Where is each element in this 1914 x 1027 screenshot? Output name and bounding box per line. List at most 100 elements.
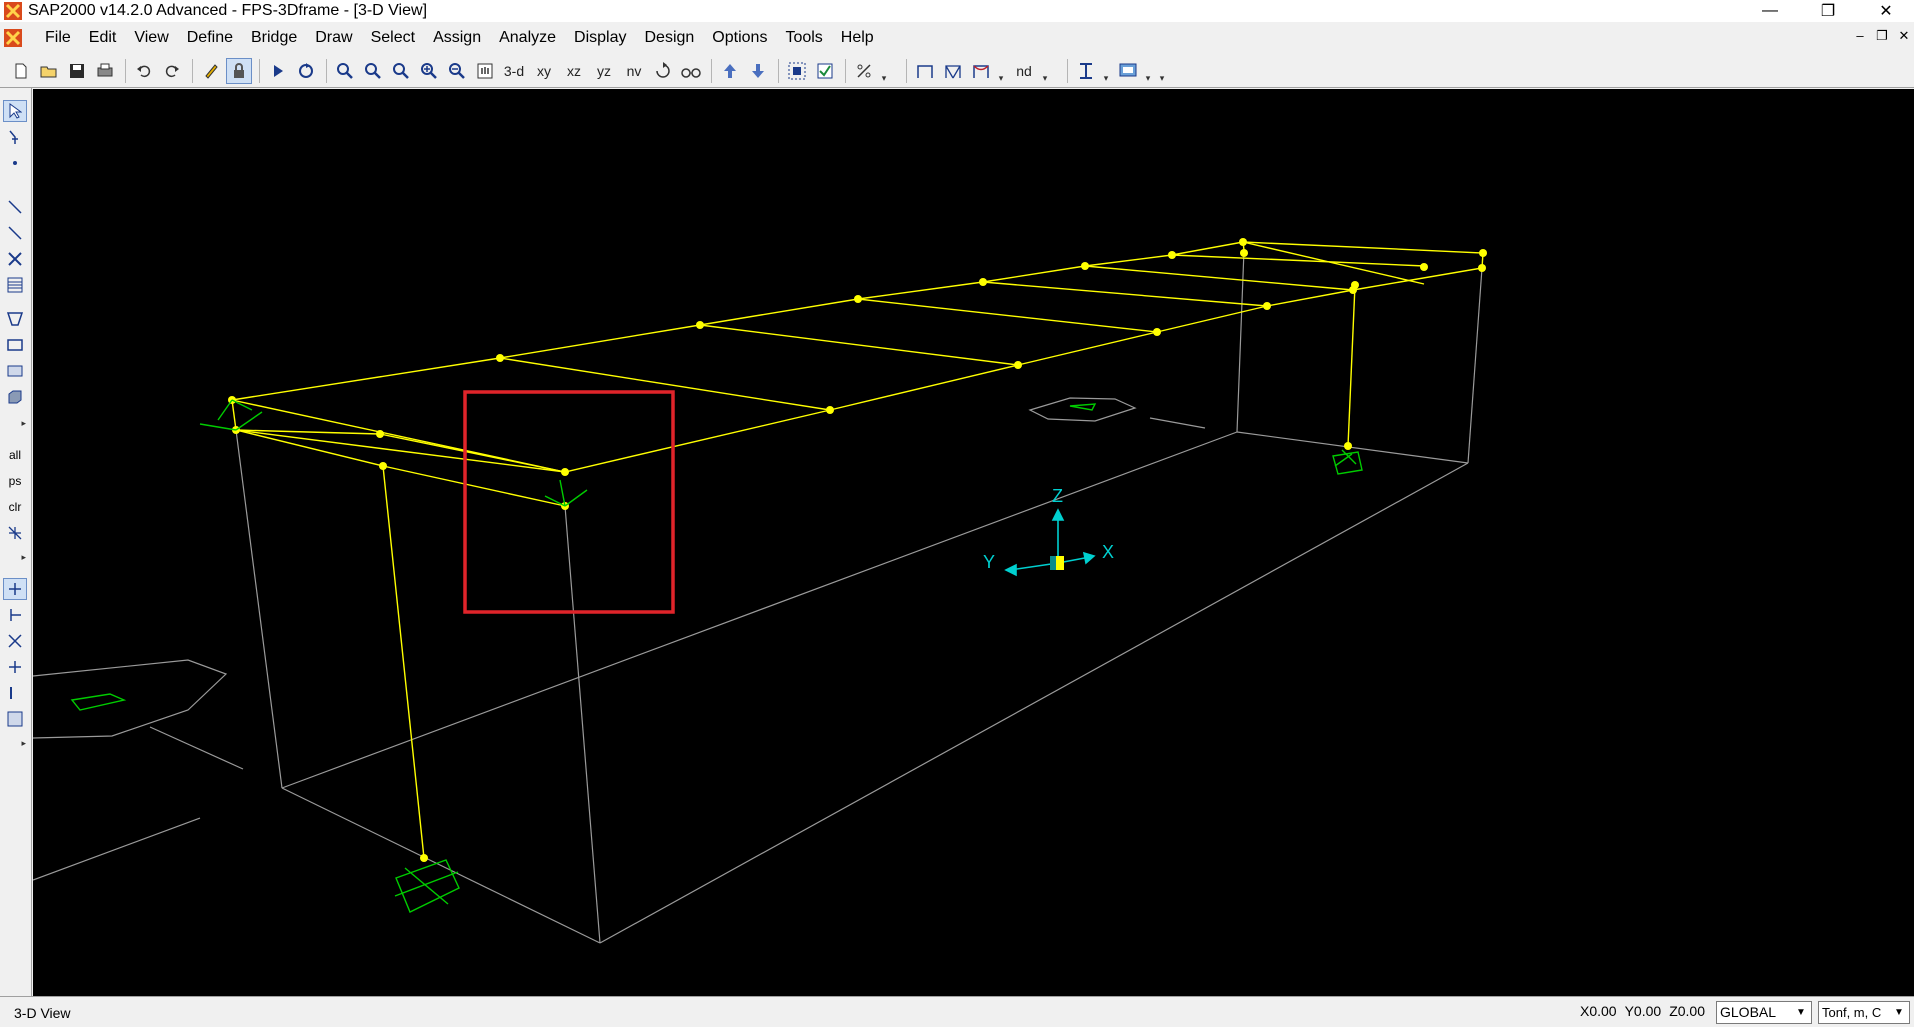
dropdown-arrow-icon[interactable]: ▾ — [1143, 58, 1153, 84]
title-bar: SAP2000 v14.2.0 Advanced - FPS-3Dframe -… — [0, 0, 1914, 22]
toolbar-separator — [711, 58, 712, 83]
undo-icon — [137, 65, 151, 77]
menu-file[interactable]: File — [36, 25, 80, 51]
new-model-button[interactable] — [8, 58, 34, 84]
view-xy-button[interactable]: xy — [530, 58, 558, 84]
menu-edit[interactable]: Edit — [80, 25, 126, 51]
move-up-button[interactable] — [717, 58, 743, 84]
get-previous-selection-button[interactable]: ps — [3, 470, 27, 492]
view-yz-button[interactable]: yz — [590, 58, 618, 84]
clear-selection-button[interactable]: clr — [3, 496, 27, 518]
mdi-restore-button[interactable]: ❐ — [1872, 27, 1892, 45]
toolbar-overflow-icon[interactable]: ▾ — [879, 58, 889, 84]
display-tables-button[interactable] — [1115, 58, 1141, 84]
snap-fine-grid-button[interactable] — [3, 708, 27, 730]
toolbar-separator — [778, 58, 779, 83]
dropdown-arrow-icon[interactable]: ▾ — [1101, 58, 1111, 84]
menu-draw[interactable]: Draw — [306, 25, 361, 51]
toolbar-overflow-icon[interactable]: ▾ — [1040, 58, 1050, 84]
menu-assign[interactable]: Assign — [424, 25, 490, 51]
coord-x: X0.00 — [1580, 1003, 1617, 1019]
view-xz-button[interactable]: xz — [560, 58, 588, 84]
quick-draw-frame-button[interactable] — [3, 222, 27, 244]
redo-button[interactable] — [159, 58, 185, 84]
pan-hand-icon — [477, 63, 493, 78]
draw-solid-button[interactable] — [3, 386, 27, 408]
run-now-button[interactable] — [293, 58, 319, 84]
show-selection-only-button[interactable] — [851, 58, 877, 84]
document-icon[interactable] — [4, 29, 22, 47]
snap-points-button[interactable] — [3, 578, 27, 600]
print-graphics-button[interactable] — [92, 58, 118, 84]
toolbar-overflow-icon[interactable]: ▾ — [1157, 58, 1167, 84]
toolbar-overflow-icon[interactable]: ▸ — [4, 738, 26, 748]
quick-draw-secondary-beams-button[interactable] — [3, 274, 27, 296]
view-nd-button[interactable]: nd — [1010, 58, 1038, 84]
snap-ends-button[interactable] — [3, 604, 27, 626]
menu-design[interactable]: Design — [635, 25, 703, 51]
zoom-in-button[interactable] — [416, 58, 442, 84]
run-analysis-button[interactable] — [265, 58, 291, 84]
mdi-minimize-button[interactable]: – — [1850, 27, 1870, 45]
undo-button[interactable] — [131, 58, 157, 84]
draw-frame-cable-button[interactable] — [3, 196, 27, 218]
cursor-coordinates: X0.00 Y0.00 Z0.00 — [1580, 1003, 1705, 1019]
menu-define[interactable]: Define — [178, 25, 242, 51]
draw-poly-area-button[interactable] — [3, 308, 27, 330]
rotate-3d-view-button[interactable] — [650, 58, 676, 84]
line-icon — [8, 226, 22, 240]
close-button[interactable]: ✕ — [1858, 0, 1914, 22]
mdi-close-button[interactable]: ✕ — [1894, 27, 1914, 45]
menu-display[interactable]: Display — [565, 25, 635, 51]
units-select[interactable]: Tonf, m, C ▼ — [1818, 1001, 1910, 1024]
intersecting-line-select-button[interactable] — [3, 522, 27, 544]
section-designer-button[interactable] — [1073, 58, 1099, 84]
menu-select[interactable]: Select — [362, 25, 424, 51]
frame-icon — [917, 64, 933, 78]
rect-area-icon — [7, 339, 23, 351]
menu-view[interactable]: View — [125, 25, 177, 51]
save-button[interactable] — [64, 58, 90, 84]
previous-zoom-button[interactable] — [388, 58, 414, 84]
snap-lines-button[interactable] — [3, 682, 27, 704]
quick-draw-area-button[interactable] — [3, 360, 27, 382]
zoom-window-button[interactable] — [332, 58, 358, 84]
show-deformed-button[interactable] — [968, 58, 994, 84]
draw-rect-area-button[interactable] — [3, 334, 27, 356]
draw-brace-button[interactable] — [940, 58, 966, 84]
toolbar-overflow-icon[interactable]: ▸ — [4, 552, 26, 562]
menu-bridge[interactable]: Bridge — [242, 25, 306, 51]
reshape-tool-button[interactable] — [3, 126, 27, 148]
3d-view-canvas[interactable]: Z Y X — [33, 89, 1914, 996]
snap-perpendicular-button[interactable] — [3, 656, 27, 678]
set-display-options-button[interactable] — [812, 58, 838, 84]
toolbar-overflow-icon[interactable]: ▸ — [4, 418, 26, 428]
menu-tools[interactable]: Tools — [776, 25, 831, 51]
dropdown-arrow-icon[interactable]: ▾ — [996, 58, 1006, 84]
draw-frame-button[interactable] — [912, 58, 938, 84]
checkbox-icon — [817, 63, 833, 78]
joint-dot-icon — [13, 161, 17, 165]
move-down-button[interactable] — [745, 58, 771, 84]
perspective-toggle-button[interactable] — [678, 58, 704, 84]
menu-options[interactable]: Options — [703, 25, 776, 51]
view-nv-button[interactable]: nv — [620, 58, 648, 84]
lock-model-button[interactable] — [226, 57, 252, 84]
object-shrink-button[interactable] — [784, 58, 810, 84]
draw-joint-button[interactable] — [3, 152, 27, 174]
pan-button[interactable] — [472, 58, 498, 84]
select-all-button[interactable]: all — [3, 444, 27, 466]
zoom-out-button[interactable] — [444, 58, 470, 84]
refresh-window-button[interactable] — [198, 58, 224, 84]
minimize-button[interactable]: — — [1742, 0, 1798, 22]
snap-intersections-button[interactable] — [3, 630, 27, 652]
restore-full-view-button[interactable] — [360, 58, 386, 84]
pointer-tool-button[interactable] — [3, 100, 27, 122]
restore-button[interactable]: ❐ — [1800, 0, 1856, 22]
quick-draw-braces-button[interactable] — [3, 248, 27, 270]
open-button[interactable] — [36, 58, 62, 84]
menu-analyze[interactable]: Analyze — [490, 25, 565, 51]
coordinate-system-select[interactable]: GLOBAL ▼ — [1716, 1001, 1812, 1024]
menu-help[interactable]: Help — [832, 25, 883, 51]
view-3d-button[interactable]: 3-d — [500, 58, 528, 84]
